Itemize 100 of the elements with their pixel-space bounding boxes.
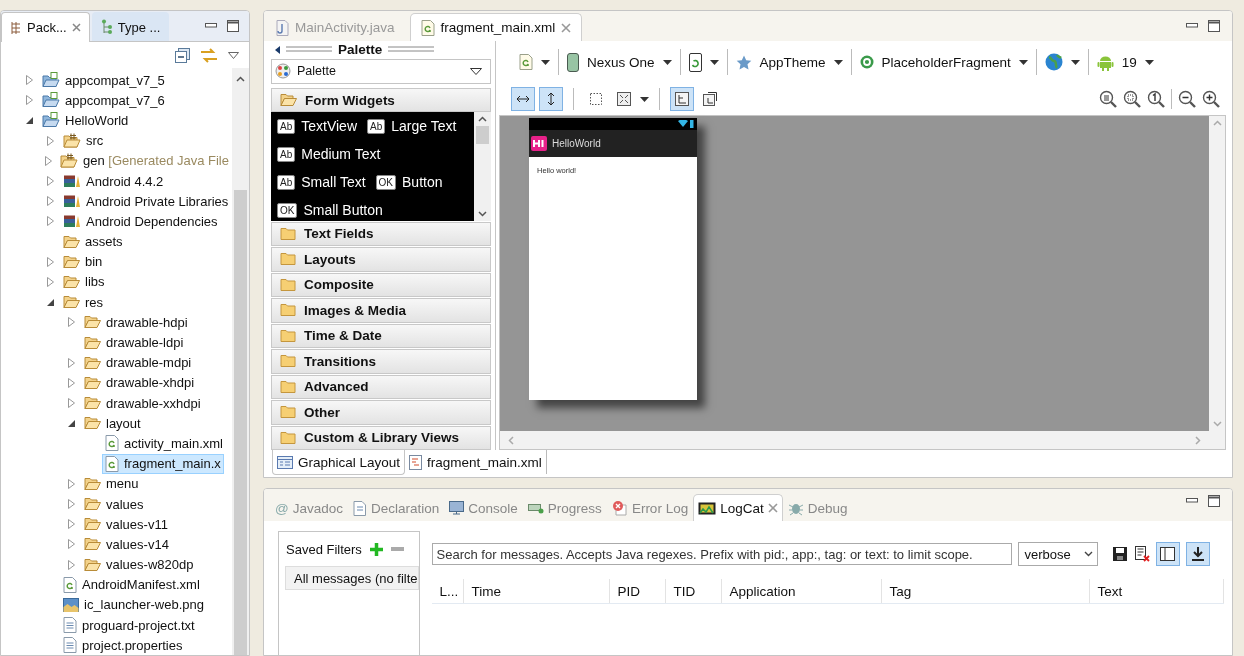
log-level-dropdown[interactable]: verbose xyxy=(1017,542,1098,566)
collapsed-arrow-icon[interactable] xyxy=(25,95,33,106)
tree-item[interactable]: HelloWorld xyxy=(39,110,132,131)
tree-item[interactable]: proguard-project.txt xyxy=(60,615,198,636)
view-menu-icon[interactable] xyxy=(228,51,239,59)
collapsed-arrow-icon[interactable] xyxy=(67,317,75,328)
remove-icon[interactable] xyxy=(390,547,404,551)
tree-item[interactable]: drawable-ldpi xyxy=(81,333,187,353)
tree-item[interactable]: values xyxy=(81,494,147,514)
collapsed-arrow-icon[interactable] xyxy=(46,135,54,146)
editor-tab[interactable]: fragment_main.xml xyxy=(409,13,583,41)
config-dropdown[interactable]: 19 xyxy=(1088,49,1162,75)
clear-log-icon[interactable] xyxy=(1133,546,1150,562)
tree-item[interactable]: ic_launcher-web.png xyxy=(60,595,207,615)
collapse-arrow-icon[interactable] xyxy=(275,45,280,54)
editor-view-tab[interactable]: Graphical Layout xyxy=(272,450,406,475)
expanded-arrow-icon[interactable] xyxy=(46,298,54,306)
scroll-left-icon[interactable] xyxy=(508,435,514,445)
palette-category[interactable]: Custom & Library Views xyxy=(271,425,491,451)
close-icon[interactable] xyxy=(767,503,778,513)
palette-category[interactable]: Time & Date xyxy=(271,323,491,349)
tree-item[interactable]: res xyxy=(60,292,107,312)
column-header[interactable]: L... xyxy=(431,579,464,603)
palette-category[interactable]: Layouts xyxy=(271,247,491,272)
column-header[interactable]: Text xyxy=(1089,579,1224,603)
tree-item[interactable]: appcompat_v7_5 xyxy=(39,70,168,91)
scroll-up-icon[interactable] xyxy=(236,76,245,82)
tree-item[interactable]: assets xyxy=(60,232,126,252)
close-icon[interactable] xyxy=(561,22,572,33)
maximize-icon[interactable] xyxy=(227,20,239,32)
palette-widget[interactable]: OK Button xyxy=(375,168,443,197)
column-header[interactable]: Application xyxy=(721,579,882,603)
tree-item[interactable]: activity_main.xml xyxy=(102,433,226,454)
minimize-icon[interactable] xyxy=(1186,23,1198,29)
column-header[interactable]: PID xyxy=(609,579,666,603)
view-tab[interactable]: LogCat xyxy=(693,494,783,521)
minimize-icon[interactable] xyxy=(1186,498,1198,504)
palette-category[interactable]: Images & Media xyxy=(271,298,491,323)
palette-dropdown[interactable]: Palette xyxy=(271,58,491,84)
grip-lines-icon[interactable] xyxy=(286,46,332,54)
palette-category[interactable]: Form Widgets xyxy=(271,87,491,113)
collapsed-arrow-icon[interactable] xyxy=(67,398,75,409)
tree-item[interactable]: Android Dependencies xyxy=(60,211,221,231)
tree-item[interactable]: drawable-xxhdpi xyxy=(81,393,204,413)
maximize-icon[interactable] xyxy=(1208,495,1220,507)
palette-widget[interactable]: Ab TextView xyxy=(277,112,357,141)
collapsed-arrow-icon[interactable] xyxy=(46,256,54,267)
close-icon[interactable] xyxy=(71,23,81,32)
toolbar-toggle[interactable] xyxy=(1155,542,1180,566)
tree-item[interactable]: src xyxy=(60,131,107,151)
expanded-arrow-icon[interactable] xyxy=(67,419,75,427)
add-icon[interactable] xyxy=(369,542,383,556)
column-header[interactable]: Time xyxy=(463,579,610,603)
collapsed-arrow-icon[interactable] xyxy=(46,216,54,227)
tree-item[interactable]: appcompat_v7_6 xyxy=(39,90,168,111)
collapsed-arrow-icon[interactable] xyxy=(67,377,75,388)
zoom-fit-icon[interactable] xyxy=(1099,90,1117,108)
zoom-fit-icon[interactable] xyxy=(1123,90,1141,108)
tree-item[interactable]: drawable-hdpi xyxy=(81,312,191,332)
scroll-down-icon[interactable] xyxy=(478,210,487,217)
collapsed-arrow-icon[interactable] xyxy=(45,155,52,166)
collapsed-arrow-icon[interactable] xyxy=(67,559,75,570)
tree-item[interactable]: drawable-mdpi xyxy=(81,353,195,373)
scroll-up-icon[interactable] xyxy=(478,116,487,123)
toolbar-toggle[interactable] xyxy=(1185,542,1210,566)
collapsed-arrow-icon[interactable] xyxy=(46,176,54,187)
collapsed-arrow-icon[interactable] xyxy=(25,75,33,86)
config-dropdown[interactable]: AppTheme xyxy=(727,49,851,75)
tree-item[interactable]: drawable-xhdpi xyxy=(81,373,198,393)
tree-item[interactable]: values-w820dp xyxy=(81,555,197,575)
collapsed-arrow-icon[interactable] xyxy=(67,539,75,550)
palette-category[interactable]: Advanced xyxy=(271,374,491,400)
tree-item[interactable]: Android 4.4.2 xyxy=(60,171,167,191)
tree-item[interactable]: fragment_main.x xyxy=(102,453,224,474)
tree-item[interactable]: menu xyxy=(81,474,142,494)
collapse-all-icon[interactable] xyxy=(175,47,190,63)
config-dropdown[interactable]: PlaceholderFragment xyxy=(851,49,1036,75)
zoom-out-icon[interactable] xyxy=(1178,90,1196,108)
save-icon[interactable] xyxy=(1111,546,1128,562)
zoom-actual-icon[interactable] xyxy=(1147,90,1165,108)
tree-item[interactable]: gen [Generated Java File xyxy=(57,151,232,171)
collapsed-arrow-icon[interactable] xyxy=(46,196,54,207)
minimize-icon[interactable] xyxy=(205,23,217,29)
palette-category[interactable]: Composite xyxy=(271,272,491,298)
toolbar-toggle[interactable] xyxy=(670,87,694,111)
scroll-right-icon[interactable] xyxy=(1195,435,1201,445)
tree-item[interactable]: libs xyxy=(60,272,108,292)
palette-category[interactable]: Text Fields xyxy=(271,221,491,247)
maximize-icon[interactable] xyxy=(1208,20,1220,32)
filter-item[interactable]: All messages (no filte xyxy=(285,566,419,590)
collapsed-arrow-icon[interactable] xyxy=(46,276,54,287)
tree-item[interactable]: AndroidManifest.xml xyxy=(60,574,203,595)
palette-widget[interactable]: Ab Large Text xyxy=(367,112,457,141)
tree-item[interactable]: Android Private Libraries xyxy=(60,191,232,211)
tree-item[interactable]: project.properties xyxy=(60,635,186,655)
palette-category[interactable]: Transitions xyxy=(271,349,491,374)
view-tab[interactable]: Type ... xyxy=(91,12,170,41)
palette-category[interactable]: Other xyxy=(271,400,491,425)
expanded-arrow-icon[interactable] xyxy=(25,116,33,124)
toolbar-toggle[interactable] xyxy=(539,87,563,111)
